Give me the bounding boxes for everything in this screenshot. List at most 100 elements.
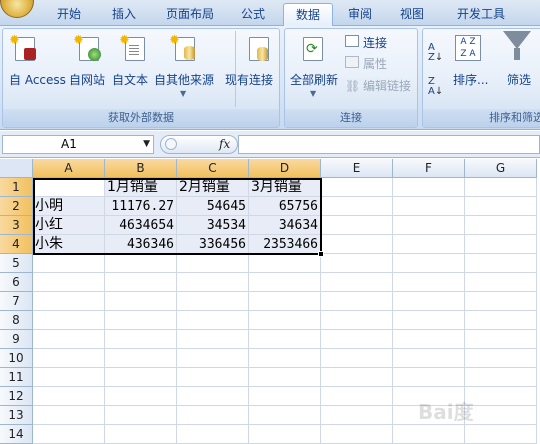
formula-input[interactable]: [238, 135, 540, 154]
row-header-3[interactable]: 3: [0, 216, 33, 235]
cell-a3[interactable]: 小红: [33, 216, 105, 235]
sort-descending-button[interactable]: Z A↓: [428, 77, 443, 97]
cell-d8[interactable]: [249, 311, 321, 330]
cell-b10[interactable]: [105, 349, 177, 368]
column-header-c[interactable]: C: [177, 159, 249, 178]
cell-d1[interactable]: 3月销量: [249, 178, 321, 197]
cell-b3[interactable]: 4634654: [105, 216, 177, 235]
cell-g5[interactable]: [465, 254, 537, 273]
cell-b5[interactable]: [105, 254, 177, 273]
sort-ascending-button[interactable]: A Z↓: [428, 43, 443, 63]
cell-e2[interactable]: [321, 197, 393, 216]
fill-handle[interactable]: [318, 251, 324, 257]
cell-e3[interactable]: [321, 216, 393, 235]
cell-f3[interactable]: [393, 216, 465, 235]
cell-b13[interactable]: [105, 406, 177, 425]
cell-g3[interactable]: [465, 216, 537, 235]
cell-c3[interactable]: 34534: [177, 216, 249, 235]
cell-e14[interactable]: [321, 425, 393, 444]
cell-f1[interactable]: [393, 178, 465, 197]
cell-a6[interactable]: [33, 273, 105, 292]
row-header-11[interactable]: 11: [0, 368, 33, 387]
cell-d10[interactable]: [249, 349, 321, 368]
cell-f2[interactable]: [393, 197, 465, 216]
cell-c5[interactable]: [177, 254, 249, 273]
cell-c10[interactable]: [177, 349, 249, 368]
from-web-button[interactable]: 自网站: [69, 71, 105, 88]
column-header-e[interactable]: E: [321, 159, 393, 178]
cell-g14[interactable]: [465, 425, 537, 444]
cell-c13[interactable]: [177, 406, 249, 425]
edit-links-button[interactable]: 编辑链接: [363, 77, 411, 94]
connections-button[interactable]: 连接: [363, 34, 387, 51]
cell-a12[interactable]: [33, 387, 105, 406]
cell-f5[interactable]: [393, 254, 465, 273]
cell-g13[interactable]: [465, 406, 537, 425]
row-header-12[interactable]: 12: [0, 387, 33, 406]
cell-d7[interactable]: [249, 292, 321, 311]
tab-formulas[interactable]: 公式: [232, 3, 274, 25]
cell-b7[interactable]: [105, 292, 177, 311]
cell-g2[interactable]: [465, 197, 537, 216]
tab-data[interactable]: 数据: [283, 3, 333, 27]
cell-c9[interactable]: [177, 330, 249, 349]
cell-b6[interactable]: [105, 273, 177, 292]
cell-a13[interactable]: [33, 406, 105, 425]
cell-b9[interactable]: [105, 330, 177, 349]
tab-home[interactable]: 开始: [48, 3, 90, 25]
cell-e12[interactable]: [321, 387, 393, 406]
cell-d14[interactable]: [249, 425, 321, 444]
row-header-4[interactable]: 4: [0, 235, 33, 254]
cell-b4[interactable]: 436346: [105, 235, 177, 254]
from-text-button[interactable]: 自文本: [112, 71, 148, 88]
cell-e9[interactable]: [321, 330, 393, 349]
cell-g4[interactable]: [465, 235, 537, 254]
cell-a14[interactable]: [33, 425, 105, 444]
cell-b8[interactable]: [105, 311, 177, 330]
cell-e11[interactable]: [321, 368, 393, 387]
cell-e4[interactable]: [321, 235, 393, 254]
cell-g11[interactable]: [465, 368, 537, 387]
cell-c2[interactable]: 54645: [177, 197, 249, 216]
cell-d3[interactable]: 34634: [249, 216, 321, 235]
tab-insert[interactable]: 插入: [104, 3, 144, 25]
row-header-7[interactable]: 7: [0, 292, 33, 311]
sort-button[interactable]: 排序...: [453, 71, 488, 88]
cell-g7[interactable]: [465, 292, 537, 311]
cell-b11[interactable]: [105, 368, 177, 387]
cell-g12[interactable]: [465, 387, 537, 406]
cell-e13[interactable]: [321, 406, 393, 425]
row-header-9[interactable]: 9: [0, 330, 33, 349]
row-header-8[interactable]: 8: [0, 311, 33, 330]
select-all-corner[interactable]: [0, 159, 33, 178]
cell-d9[interactable]: [249, 330, 321, 349]
office-button[interactable]: [0, 0, 34, 18]
cell-g8[interactable]: [465, 311, 537, 330]
row-header-14[interactable]: 14: [0, 425, 33, 444]
properties-button[interactable]: 属性: [363, 55, 387, 72]
cell-f4[interactable]: [393, 235, 465, 254]
cell-c7[interactable]: [177, 292, 249, 311]
cell-f11[interactable]: [393, 368, 465, 387]
cell-d4[interactable]: 2353466: [249, 235, 321, 254]
filter-button[interactable]: 筛选: [507, 71, 531, 88]
cell-e1[interactable]: [321, 178, 393, 197]
tab-developer[interactable]: 开发工具: [446, 3, 516, 25]
cell-f9[interactable]: [393, 330, 465, 349]
cell-f14[interactable]: [393, 425, 465, 444]
row-header-10[interactable]: 10: [0, 349, 33, 368]
from-other-sources-button[interactable]: 自其他来源: [154, 71, 214, 88]
cell-a8[interactable]: [33, 311, 105, 330]
cell-e5[interactable]: [321, 254, 393, 273]
column-header-b[interactable]: B: [105, 159, 177, 178]
cell-b14[interactable]: [105, 425, 177, 444]
column-header-d[interactable]: D: [249, 159, 321, 178]
existing-connections-button[interactable]: 现有连接: [225, 71, 273, 88]
cell-b12[interactable]: [105, 387, 177, 406]
cell-e10[interactable]: [321, 349, 393, 368]
cell-g6[interactable]: [465, 273, 537, 292]
cell-g9[interactable]: [465, 330, 537, 349]
column-header-g[interactable]: G: [465, 159, 537, 178]
tab-page-layout[interactable]: 页面布局: [158, 3, 222, 25]
refresh-all-button[interactable]: 全部刷新: [290, 71, 338, 88]
